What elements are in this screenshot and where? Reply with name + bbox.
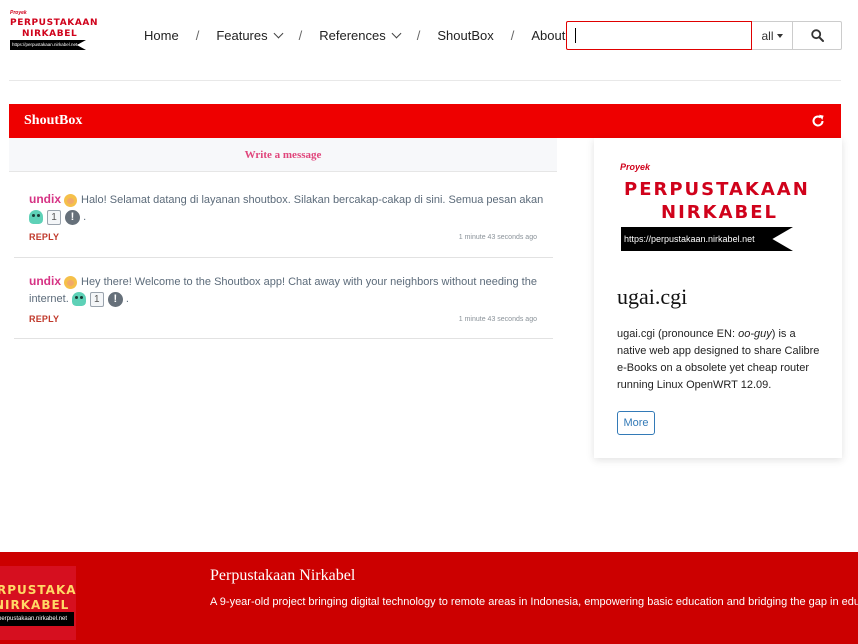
nav-shoutbox[interactable]: ShoutBox [437,28,493,43]
message-text: Halo! Selamat datang di layanan shoutbox… [81,194,544,206]
card-desc-pronunciation: oo-guy [738,328,772,340]
card-logo-line2: NIRKABEL [661,202,778,223]
chevron-down-icon [391,28,402,38]
shoutbox-header: ShoutBox [9,104,841,138]
exclamation-emoji-icon: ! [65,209,80,225]
card-desc-pre: ugai.cgi (pronounce EN: [617,328,739,340]
search-scope-label: all [761,28,774,43]
nav-separator: / [195,27,200,43]
card-logo-proyek: Proyek [620,162,651,172]
message-trailing: . [125,293,129,305]
main-nav: Home / Features / References / ShoutBox … [144,27,565,43]
message-author[interactable]: undix [29,274,61,288]
nav-separator: / [298,27,303,43]
message-body: undix Hey there! Welcome to the Shoutbox … [29,273,549,308]
logo-line1: PERPUSTAKAAN [10,18,99,28]
write-message-button[interactable]: Write a message [9,138,557,172]
nav-references-label: References [319,27,386,43]
nav-separator: / [510,27,515,43]
message-author[interactable]: undix [29,192,61,206]
woman-emoji-icon [64,193,77,207]
footer-logo: PERPUSTAKAAN NIRKABEL https://perpustaka… [0,566,76,640]
site-logo[interactable]: Proyek PERPUSTAKAAN NIRKABEL https://per… [10,10,98,52]
reply-button[interactable]: REPLY [29,314,59,324]
card-description: ugai.cgi (pronounce EN: oo-guy) is a nat… [617,326,827,394]
search-scope-dropdown[interactable]: all [752,21,793,50]
nav-features[interactable]: Features [216,27,284,43]
app-info-card: Proyek PERPUSTAKAAN NIRKABEL https://per… [594,138,842,458]
site-footer: PERPUSTAKAAN NIRKABEL https://perpustaka… [0,552,858,644]
footer-logo-line2: NIRKABEL [0,598,70,612]
card-logo-line1: PERPUSTAKAAN [624,179,810,200]
text-caret [575,28,576,43]
footer-logo-line1: PERPUSTAKAAN [0,583,76,597]
write-message-label: Write a message [244,148,322,161]
more-button[interactable]: More [617,411,655,435]
header-divider [9,80,841,81]
footer-logo-url: https://perpustakaan.nirkabel.net [0,612,74,626]
search-bar: all [566,21,842,50]
card-logo: Proyek PERPUSTAKAAN NIRKABEL https://per… [620,162,820,252]
nav-references[interactable]: References [319,27,402,43]
message-text: Hey there! Welcome to the Shoutbox app! … [29,276,537,305]
list-item: undix Hey there! Welcome to the Shoutbox … [14,258,553,339]
message-timestamp: 1 minute 43 seconds ago [458,234,537,241]
logo-proyek: Proyek [10,10,27,16]
footer-title: Perpustakaan Nirkabel [210,567,356,584]
nav-features-label: Features [216,27,268,43]
message-trailing: . [83,211,87,223]
logo-url: https://perpustakaan.nirkabel.net [10,40,86,50]
search-button[interactable] [793,21,842,50]
list-item: undix Halo! Selamat datang di layanan sho… [14,172,553,258]
ghost-emoji-icon [29,210,43,225]
card-logo-url: https://perpustakaan.nirkabel.net [621,227,793,251]
keycap-one-emoji-icon: 1 [89,291,104,307]
logo-line2: NIRKABEL [22,29,78,39]
message-body: undix Halo! Selamat datang di layanan sho… [29,191,549,226]
shoutbox-title: ShoutBox [24,113,83,128]
footer-description: A 9-year-old project bringing digital te… [210,596,858,608]
search-icon [810,29,824,42]
exclamation-emoji-icon: ! [107,291,123,307]
nav-separator: / [416,27,421,43]
keycap-one-emoji-icon: 1 [47,209,61,225]
chevron-down-icon [273,28,284,38]
caret-down-icon [776,34,783,38]
search-input[interactable] [566,21,752,50]
message-timestamp: 1 minute 43 seconds ago [458,316,537,323]
woman-emoji-icon [64,275,77,289]
ghost-emoji-icon [71,292,86,307]
reply-button[interactable]: REPLY [29,232,59,242]
refresh-icon[interactable] [811,114,825,128]
nav-about[interactable]: About [531,28,565,43]
nav-home[interactable]: Home [144,28,179,43]
card-title: ugai.cgi [617,284,688,309]
